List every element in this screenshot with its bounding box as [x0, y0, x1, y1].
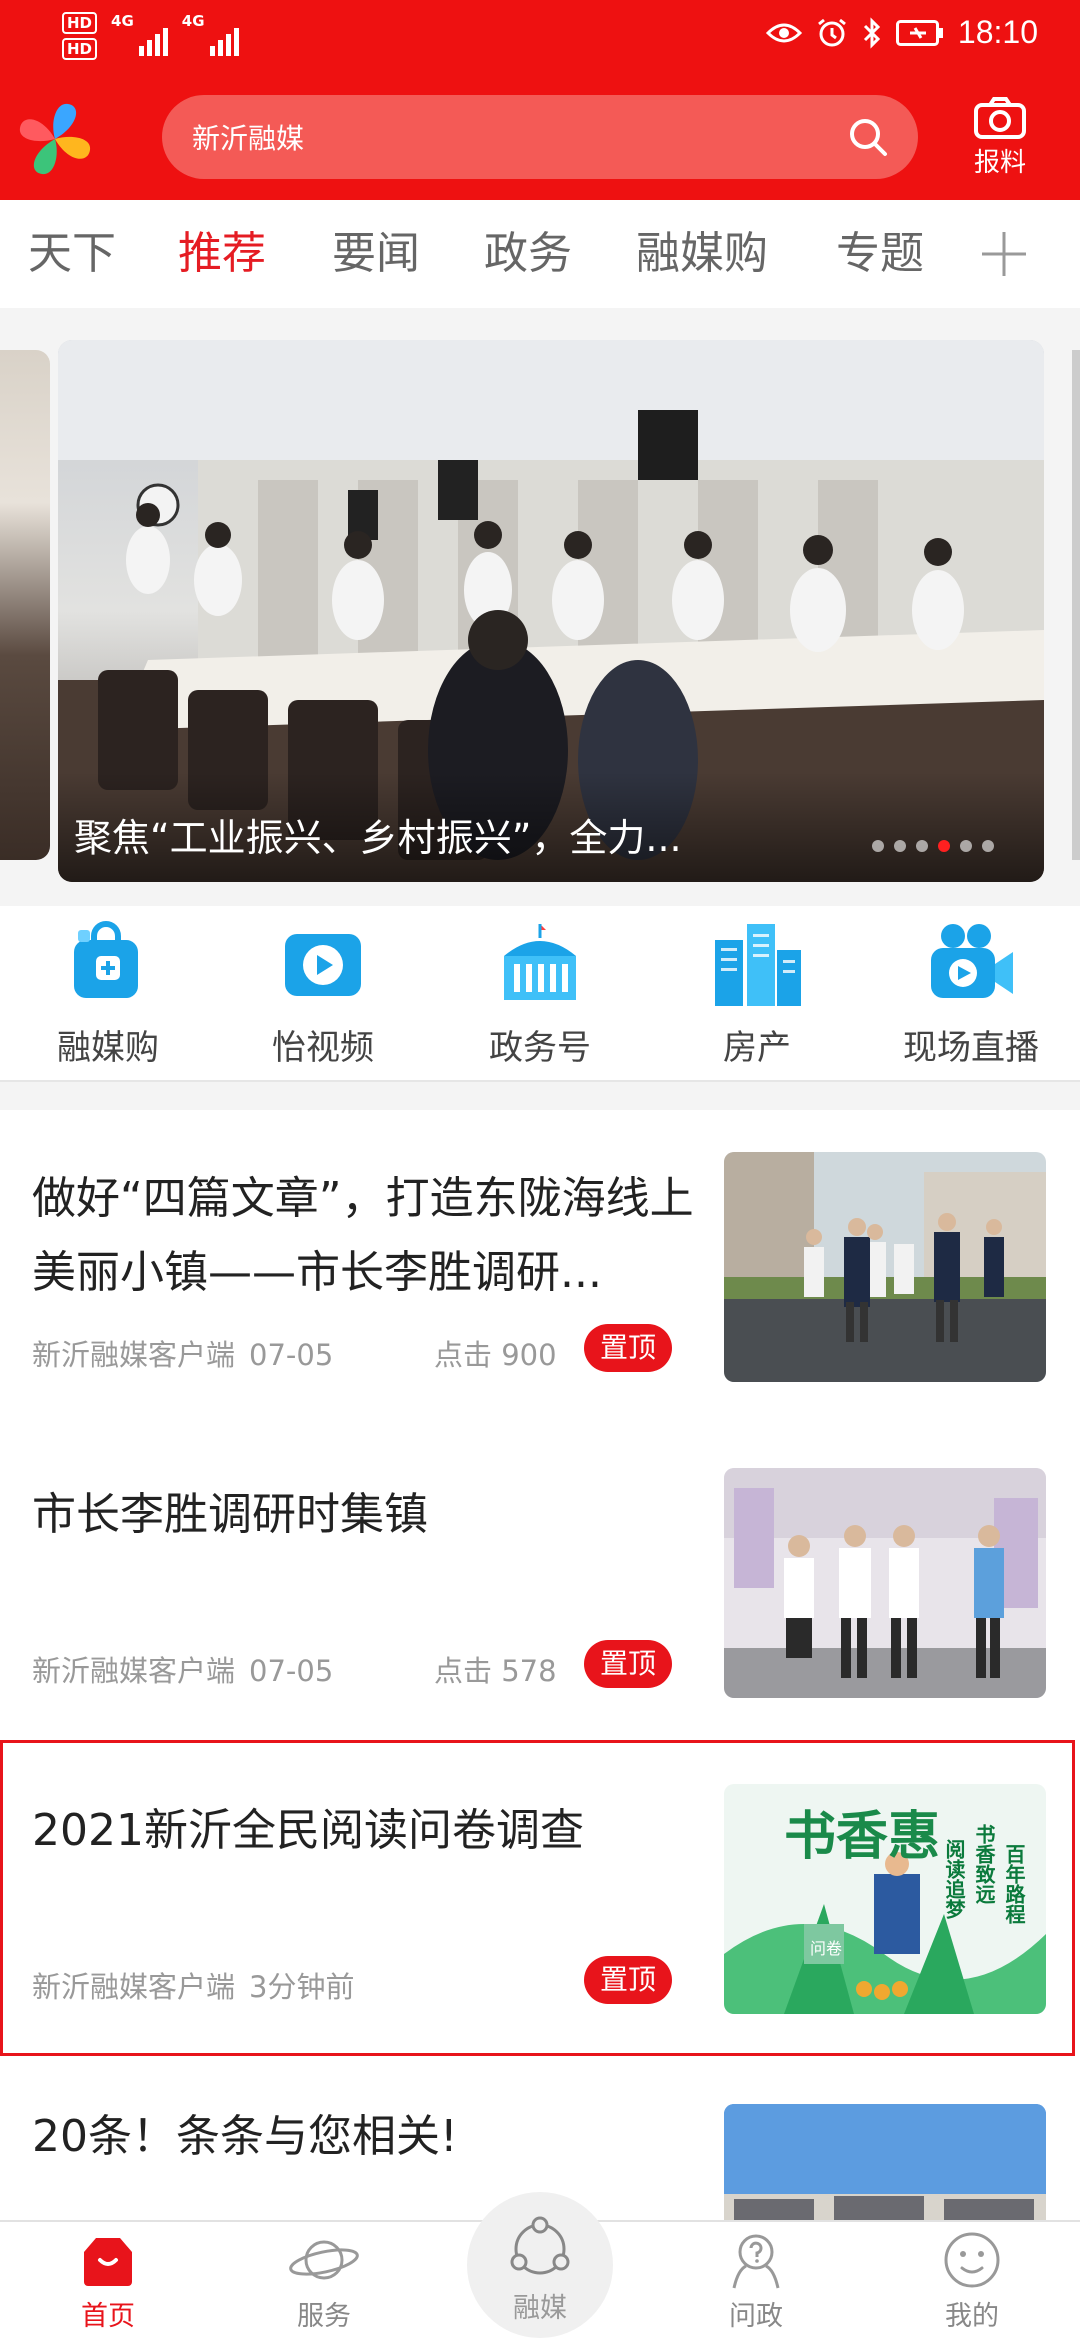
bottom-nav: 首页 服务 融媒 问政 我的	[0, 2192, 1080, 2340]
government-building-icon	[504, 924, 576, 1000]
quick-nav: 融媒购 怡视频 政务号 房产 现场直播	[0, 906, 1080, 1082]
quicknav-item-property[interactable]: 房产	[672, 920, 842, 1069]
app-logo-icon[interactable]	[12, 96, 98, 182]
home-icon	[84, 2238, 132, 2286]
news-item[interactable]: 做好“四篇文章”，打造东陇海线上美丽小镇——市长李胜调研... 新沂融媒客户端 0…	[0, 1110, 1080, 1426]
pinned-badge: 置顶	[584, 1956, 672, 2004]
thumbnail-caption: 书香惠	[784, 1806, 940, 1867]
quicknav-label: 融媒购	[57, 1028, 159, 1068]
thumbnail-column-3: 百年路程	[1002, 1844, 1026, 1924]
news-title: 做好“四篇文章”，打造东陇海线上美丽小镇——市长李胜调研...	[32, 1173, 694, 1298]
nav-profile[interactable]: 我的	[902, 2230, 1042, 2333]
news-meta: 新沂融媒客户端 07-05	[32, 1648, 333, 1690]
thumbnail-column-1: 阅读追梦	[942, 1839, 966, 1920]
news-meta: 新沂融媒客户端 3分钟前	[32, 1964, 354, 2006]
news-title: 市长李胜调研时集镇	[32, 1489, 428, 1540]
report-label: 报料	[973, 148, 1026, 178]
camera-icon	[974, 97, 1026, 139]
quicknav-item-shop[interactable]: 融媒购	[23, 920, 193, 1069]
news-title: 20条！条条与您相关!	[32, 2111, 458, 2162]
app-header: HD HD 4G 4G 18:10 新沂融媒 报料	[0, 0, 1080, 200]
quicknav-item-video[interactable]: 怡视频	[238, 920, 408, 1069]
alarm-icon	[817, 18, 846, 46]
bluetooth-icon	[863, 16, 881, 49]
search-input[interactable]: 新沂融媒	[162, 95, 918, 179]
status-bar: HD HD 4G 4G 18:10	[0, 0, 1080, 74]
smiley-icon	[944, 2232, 1000, 2288]
quicknav-label: 现场直播	[903, 1028, 1039, 1068]
news-date: 3分钟前	[249, 1970, 355, 2004]
buildings-icon	[715, 924, 801, 1006]
hd-badge-2: HD	[62, 38, 98, 60]
live-camera-icon	[931, 924, 1013, 998]
video-play-icon	[285, 934, 361, 996]
news-feed[interactable]: 做好“四篇文章”，打造东陇海线上美丽小镇——市长李胜调研... 新沂融媒客户端 0…	[0, 1110, 1080, 2220]
news-thumbnail: 书香惠 问卷 阅读追梦 书香致远 百年路程	[724, 1784, 1046, 2014]
news-date: 07-05	[249, 1338, 334, 1372]
thumbnail-tag: 问卷	[810, 1939, 842, 1958]
status-right: 18:10	[765, 14, 1038, 51]
news-thumbnail	[724, 1152, 1046, 1382]
clock: 18:10	[957, 14, 1038, 50]
nav-label: 问政	[729, 2301, 783, 2332]
news-date: 07-05	[249, 1654, 334, 1688]
news-source: 新沂融媒客户端	[32, 1970, 236, 2004]
share-hub-icon	[510, 2216, 570, 2275]
nav-label: 服务	[297, 2301, 351, 2332]
signal-icon-1: 4G	[111, 12, 168, 56]
tab-headlines[interactable]: 要闻	[332, 226, 420, 282]
report-button[interactable]: 报料	[960, 96, 1040, 179]
thumbnail-column-2: 书香致远	[972, 1824, 996, 1905]
banner-title: 聚焦“工业振兴、乡村振兴”，全力...	[74, 816, 682, 860]
tab-world[interactable]: 天下	[28, 226, 116, 282]
quicknav-item-gov[interactable]: 政务号	[455, 920, 625, 1069]
hd-badge-1: HD	[62, 12, 98, 34]
news-item[interactable]: 2021新沂全民阅读问卷调查 新沂融媒客户端 3分钟前 置顶 书香惠 问卷 阅读追…	[0, 1742, 1080, 2058]
quicknav-label: 政务号	[489, 1028, 591, 1068]
news-source: 新沂融媒客户端	[32, 1654, 236, 1688]
add-channel-icon[interactable]	[978, 228, 1030, 280]
news-item[interactable]: 市长李胜调研时集镇 新沂融媒客户端 07-05 点击 578 置顶	[0, 1426, 1080, 1742]
tab-shop[interactable]: 融媒购	[636, 226, 768, 282]
news-clicks: 点击 900	[434, 1338, 557, 1372]
nav-inquiry[interactable]: 问政	[686, 2230, 826, 2333]
search-icon[interactable]	[846, 115, 890, 159]
shopping-bag-icon	[74, 921, 138, 998]
quicknav-label: 怡视频	[272, 1028, 374, 1068]
news-source: 新沂融媒客户端	[32, 1338, 236, 1372]
banner-carousel[interactable]: 聚焦“工业振兴、乡村振兴”，全力...	[0, 308, 1080, 906]
nav-label: 融媒	[513, 2293, 567, 2324]
planet-icon	[289, 2240, 359, 2280]
eye-icon	[765, 23, 802, 42]
battery-icon	[895, 19, 943, 46]
tab-government[interactable]: 政务	[484, 226, 572, 282]
status-left: HD HD 4G 4G	[62, 12, 239, 60]
pinned-badge: 置顶	[584, 1640, 672, 1688]
tab-recommend[interactable]: 推荐	[178, 226, 266, 282]
next-slide-peek[interactable]	[1072, 350, 1080, 860]
question-person-icon	[732, 2234, 780, 2289]
nav-media-center[interactable]: 融媒	[467, 2192, 613, 2338]
nav-label: 首页	[81, 2301, 135, 2332]
banner-slide[interactable]: 聚焦“工业振兴、乡村振兴”，全力...	[58, 340, 1044, 882]
signal-icon-2: 4G	[182, 12, 239, 56]
news-clicks: 点击 578	[434, 1654, 557, 1688]
nav-home[interactable]: 首页	[38, 2230, 178, 2333]
pinned-badge: 置顶	[584, 1324, 672, 1372]
news-title: 2021新沂全民阅读问卷调查	[32, 1805, 584, 1856]
previous-slide-peek[interactable]	[0, 350, 50, 860]
search-text: 新沂融媒	[192, 122, 305, 155]
news-thumbnail	[724, 1468, 1046, 1698]
tab-special[interactable]: 专题	[836, 226, 924, 282]
news-thumbnail	[724, 2104, 1046, 2220]
channel-tabs: 天下 推荐 要闻 政务 融媒购 专题	[0, 200, 1080, 308]
nav-label: 我的	[945, 2301, 999, 2332]
nav-services[interactable]: 服务	[254, 2230, 394, 2333]
quicknav-label: 房产	[723, 1028, 791, 1068]
carousel-indicator	[872, 840, 994, 852]
quicknav-item-live[interactable]: 现场直播	[886, 920, 1056, 1069]
news-meta: 新沂融媒客户端 07-05	[32, 1332, 333, 1374]
